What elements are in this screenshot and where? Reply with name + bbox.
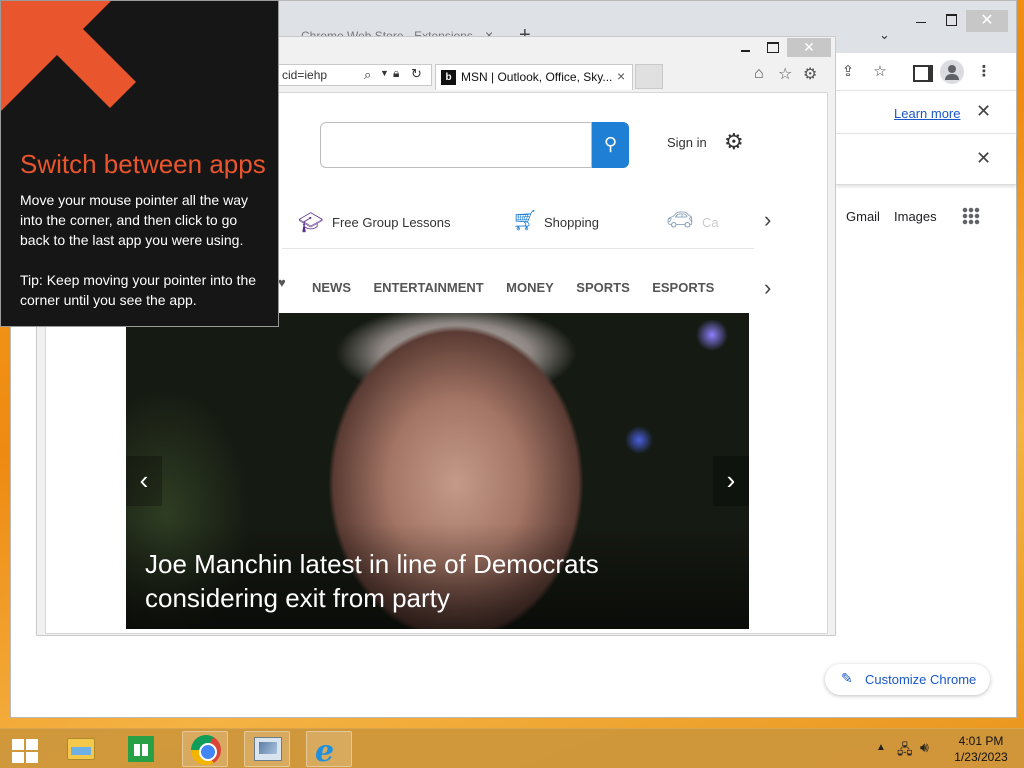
corner-arrow-icon: [1, 1, 136, 111]
close-icon[interactable]: ✕: [976, 148, 991, 169]
carousel-next-button[interactable]: ›: [713, 456, 749, 506]
msn-category-nav: NEWS ENTERTAINMENT MONEY SPORTS ESPORTS: [312, 279, 732, 297]
windows-start-button[interactable]: [6, 735, 46, 765]
refresh-icon[interactable]: ↻: [411, 66, 422, 82]
chrome-infobar-secondary: ✕: [836, 135, 1016, 185]
ie-tab-title: MSN | Outlook, Office, Sky...: [461, 70, 613, 84]
carousel-prev-button[interactable]: ‹: [126, 456, 162, 506]
side-panel-icon[interactable]: [909, 61, 933, 83]
chrome-minimize-button[interactable]: [911, 9, 931, 29]
hero-news-card[interactable]: ‹ › Joe Manchin latest in line of Democr…: [126, 313, 749, 629]
pencil-icon: ✎: [841, 670, 853, 686]
remote-desktop-icon: [254, 737, 282, 761]
ie-address-text[interactable]: cid=iehp: [282, 68, 327, 82]
msn-search-input[interactable]: [320, 122, 592, 168]
nav-item-money[interactable]: MONEY: [506, 280, 554, 295]
windows-logo-icon: [12, 739, 24, 750]
customize-chrome-label: Customize Chrome: [865, 672, 977, 687]
chevron-right-icon[interactable]: ›: [764, 207, 771, 233]
ie-tab-close-button[interactable]: ×: [617, 68, 625, 84]
search-icon[interactable]: ⌕: [364, 67, 371, 83]
switch-apps-tip-panel: Switch between apps Move your mouse poin…: [0, 0, 279, 327]
learn-more-link[interactable]: Learn more: [894, 106, 960, 121]
divider: [282, 248, 754, 249]
tip-title: Switch between apps: [20, 149, 266, 179]
clock-date[interactable]: 1/23/2023: [945, 750, 1017, 764]
chevron-down-icon[interactable]: ⌄: [879, 27, 890, 43]
ie-tab-msn[interactable]: b MSN | Outlook, Office, Sky... ×: [435, 64, 633, 90]
msn-favicon-icon: b: [441, 70, 456, 85]
file-explorer-icon: [67, 738, 95, 760]
kebab-menu-icon[interactable]: ⋮: [973, 61, 995, 83]
volume-icon[interactable]: 🔊︎: [920, 739, 929, 756]
chrome-infobar: Learn more ✕: [836, 92, 1016, 134]
ie-close-button[interactable]: ✕: [787, 38, 831, 57]
internet-explorer-icon: e: [315, 734, 335, 768]
chrome-close-button[interactable]: ✕: [966, 10, 1008, 32]
taskbar-chrome[interactable]: [182, 731, 228, 767]
chrome-icon: [191, 735, 221, 765]
taskbar-file-explorer[interactable]: [58, 731, 104, 767]
ie-address-bar[interactable]: cid=iehp ⌕ ▼ 🔒︎ ↻: [267, 64, 432, 86]
chevron-right-icon[interactable]: ›: [764, 275, 771, 301]
msn-search-button[interactable]: ⚲: [592, 122, 629, 168]
taskbar-store[interactable]: [118, 731, 164, 767]
car-icon[interactable]: 🚗︎: [666, 207, 694, 233]
quicklink-cars[interactable]: Ca: [702, 215, 719, 230]
nav-item-news[interactable]: NEWS: [312, 280, 351, 295]
shopping-cart-icon[interactable]: 🛒︎: [512, 208, 537, 233]
ie-new-tab-button[interactable]: [635, 64, 663, 89]
network-icon[interactable]: 🖧︎: [897, 739, 913, 763]
dropdown-arrow-icon[interactable]: ▼: [380, 68, 389, 78]
hero-headline[interactable]: Joe Manchin latest in line of Democrats …: [145, 547, 705, 615]
taskbar-remote-app[interactable]: [244, 731, 290, 767]
tip-body: Move your mouse pointer all the way into…: [20, 192, 248, 248]
search-icon: ⚲: [603, 134, 618, 154]
apps-grid-icon[interactable]: [962, 207, 980, 225]
close-icon[interactable]: ✕: [976, 101, 991, 122]
images-link[interactable]: Images: [894, 209, 937, 224]
sign-in-link[interactable]: Sign in: [667, 135, 707, 150]
tip-hint: Tip: Keep moving your pointer into the c…: [20, 272, 257, 308]
ie-minimize-button[interactable]: [737, 40, 755, 54]
taskbar-internet-explorer[interactable]: e: [306, 731, 352, 768]
share-icon[interactable]: ⇪: [837, 61, 859, 83]
nav-item-entertainment[interactable]: ENTERTAINMENT: [373, 280, 483, 295]
quicklink-shopping[interactable]: Shopping: [544, 215, 599, 230]
nav-item-esports[interactable]: ESPORTS: [652, 280, 714, 295]
store-icon: [128, 736, 154, 762]
gmail-link[interactable]: Gmail: [846, 209, 880, 224]
nav-item-sports[interactable]: SPORTS: [576, 280, 629, 295]
profile-avatar-icon[interactable]: [940, 60, 964, 84]
nav-item-partial[interactable]: ♥: [278, 275, 286, 290]
taskbar: e ▲ 🖧︎ 🔊︎ 4:01 PM 1/23/2023: [0, 728, 1024, 768]
settings-gear-icon[interactable]: ⚙: [724, 129, 744, 155]
gear-icon[interactable]: ⚙: [803, 64, 817, 84]
graduation-cap-icon[interactable]: 🎓︎: [298, 210, 323, 235]
home-icon[interactable]: ⌂: [754, 65, 764, 83]
quicklink-free-group-lessons[interactable]: Free Group Lessons: [332, 215, 451, 230]
tray-overflow-chevron-icon[interactable]: ▲: [876, 742, 886, 753]
lock-icon[interactable]: 🔒︎: [393, 66, 399, 81]
ie-maximize-button[interactable]: [764, 40, 782, 54]
chrome-maximize-button[interactable]: [941, 9, 961, 29]
favorites-star-icon[interactable]: ☆: [778, 64, 792, 84]
star-icon[interactable]: ☆: [869, 61, 891, 83]
customize-chrome-button[interactable]: ✎ Customize Chrome: [825, 664, 990, 695]
clock-time[interactable]: 4:01 PM: [945, 734, 1017, 748]
